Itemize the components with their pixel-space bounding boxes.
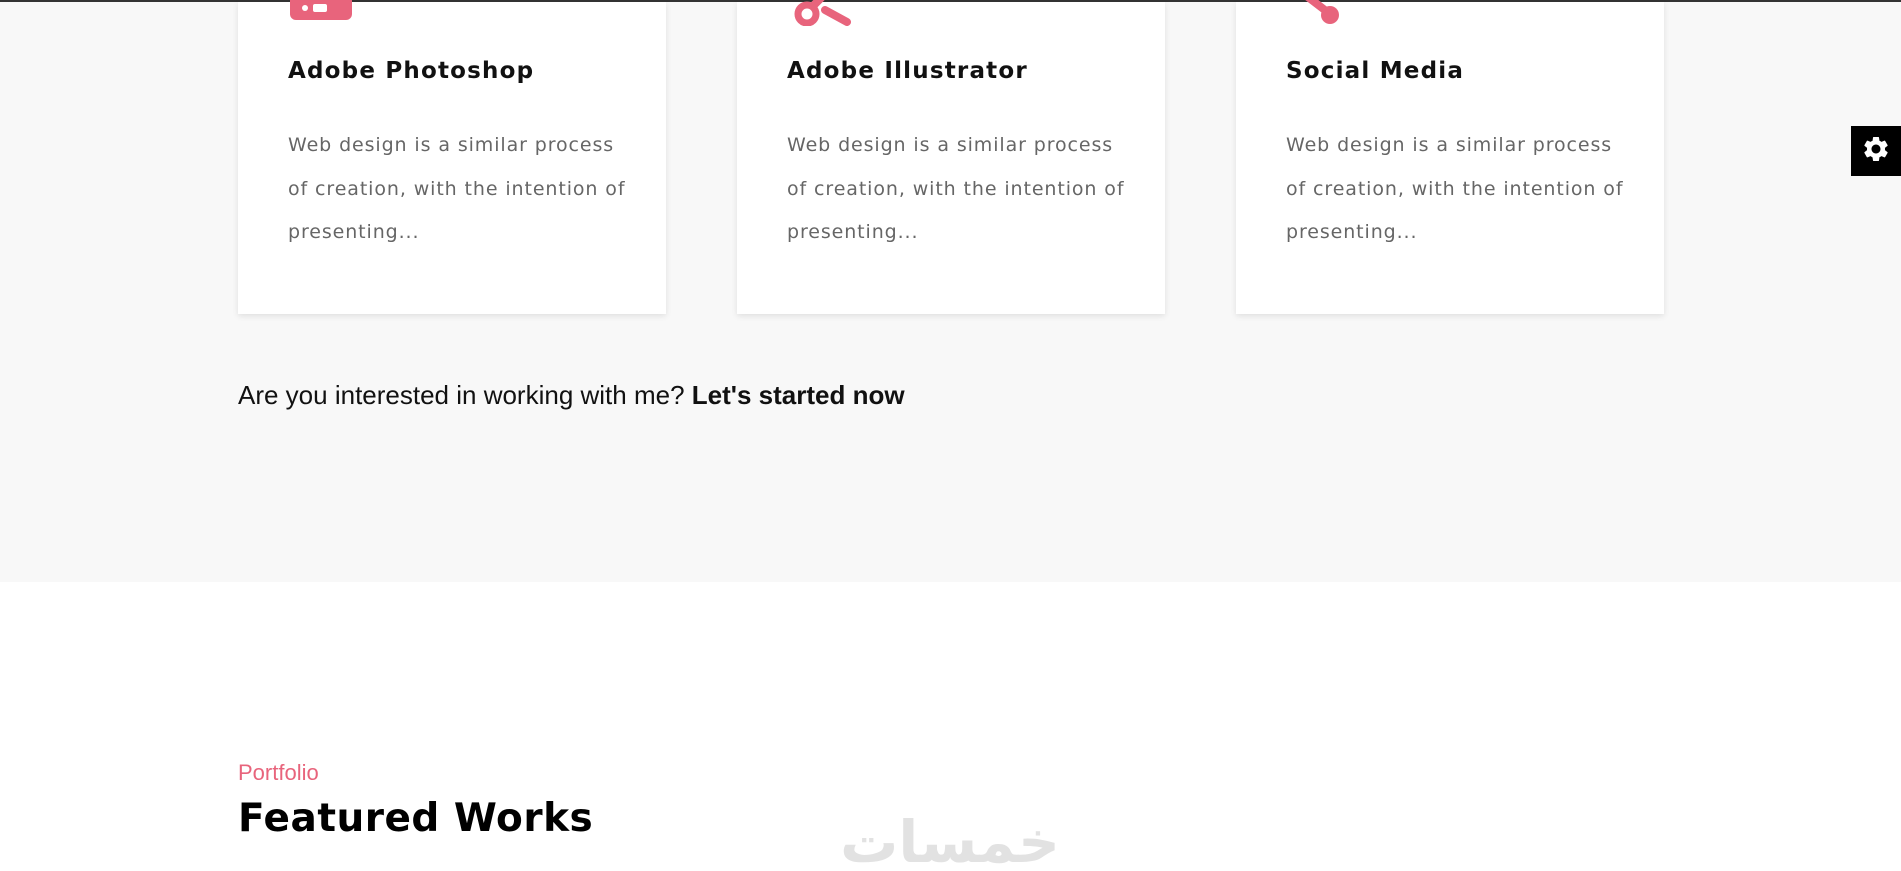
service-card-description: Web design is a similar process of creat… xyxy=(1286,134,1624,243)
settings-button[interactable] xyxy=(1851,126,1901,176)
service-card-illustrator: Adobe Illustrator Web design is a simila… xyxy=(737,0,1165,314)
service-card-title: Adobe Photoshop xyxy=(288,58,535,84)
share-icon xyxy=(1284,0,1354,26)
cta-line: Are you interested in working with me? L… xyxy=(238,380,905,411)
services-section: Adobe Photoshop Web design is a similar … xyxy=(0,0,1901,582)
cta-text: Are you interested in working with me? xyxy=(238,380,685,410)
photoshop-icon xyxy=(286,0,356,26)
portfolio-kicker: Portfolio xyxy=(238,760,319,785)
scissors-icon xyxy=(785,0,855,27)
service-card-title: Social Media xyxy=(1286,58,1465,84)
watermark-logo: خمسات xyxy=(840,808,1060,871)
service-card-social-media: Social Media Web design is a similar pro… xyxy=(1236,0,1664,314)
service-card-description: Web design is a similar process of creat… xyxy=(787,134,1125,243)
portfolio-heading: Featured Works xyxy=(238,796,594,841)
gear-icon xyxy=(1861,134,1891,168)
service-card-title: Adobe Illustrator xyxy=(787,58,1028,84)
service-card-photoshop: Adobe Photoshop Web design is a similar … xyxy=(238,0,666,314)
service-card-description: Web design is a similar process of creat… xyxy=(288,134,626,243)
cta-link[interactable]: Let's started now xyxy=(692,380,905,410)
page: Adobe Photoshop Web design is a similar … xyxy=(0,0,1901,871)
